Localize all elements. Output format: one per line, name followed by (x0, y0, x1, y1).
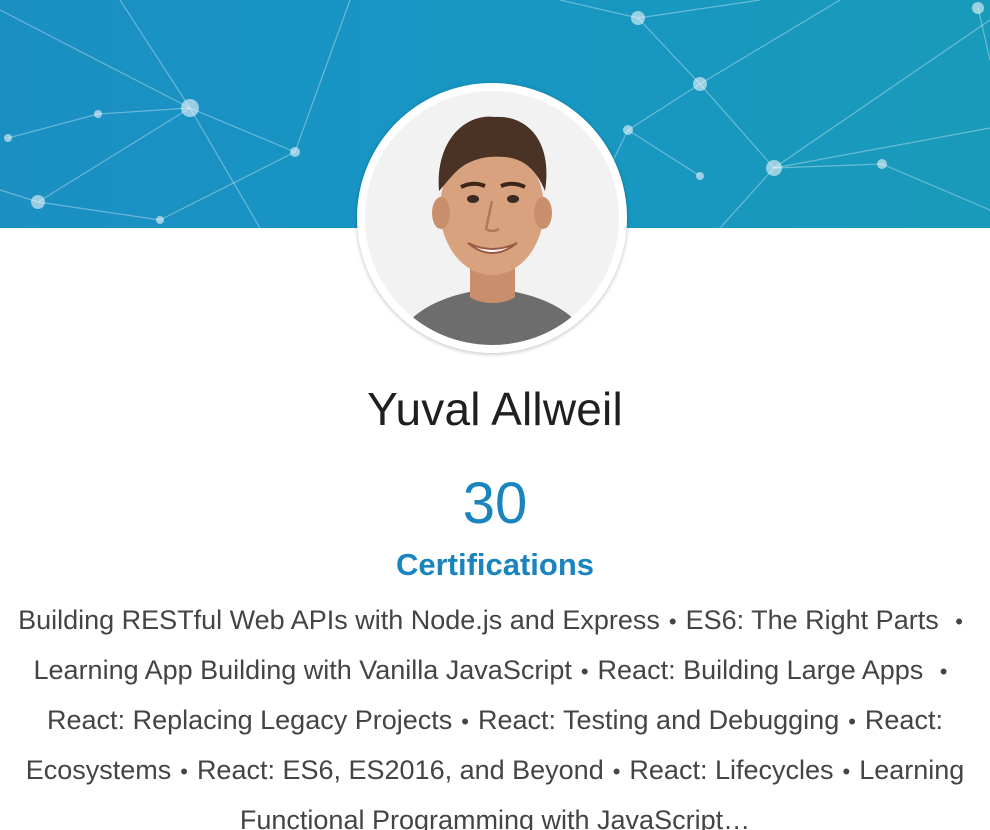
avatar-frame (357, 83, 627, 353)
certification-item: Building RESTful Web APIs with Node.js a… (18, 605, 660, 635)
bullet-separator: • (461, 709, 469, 734)
avatar (365, 91, 619, 345)
certification-count-label: Certifications (395, 547, 595, 582)
bullet-separator: • (612, 759, 621, 784)
certification-item: React: Lifecycles (629, 755, 834, 785)
certification-item: React: Building Large Apps (597, 655, 924, 685)
certification-item: React: Testing and Debugging (477, 705, 840, 735)
bullet-separator: • (580, 659, 589, 684)
certification-item: React: Replacing Legacy Projects (47, 705, 453, 735)
bullet-separator: • (939, 659, 948, 684)
profile-name: Yuval Allweil (367, 383, 623, 435)
bullet-separator: • (842, 759, 851, 784)
bullet-separator: • (955, 609, 963, 634)
bullet-separator: • (848, 709, 856, 734)
profile-photo-icon (365, 91, 619, 345)
certification-item: ES6: The Right Parts (685, 605, 939, 635)
certification-count: 30 (462, 471, 528, 536)
bullet-separator: • (180, 759, 188, 784)
bullet-separator: • (668, 609, 677, 634)
certification-item: Learning App Building with Vanilla JavaS… (33, 655, 572, 685)
profile-page: Yuval Allweil 30 Certifications Building… (0, 0, 990, 830)
certification-item: React: ES6, ES2016, and Beyond (196, 755, 604, 785)
certification-list: Building RESTful Web APIs with Node.js a… (6, 596, 984, 830)
